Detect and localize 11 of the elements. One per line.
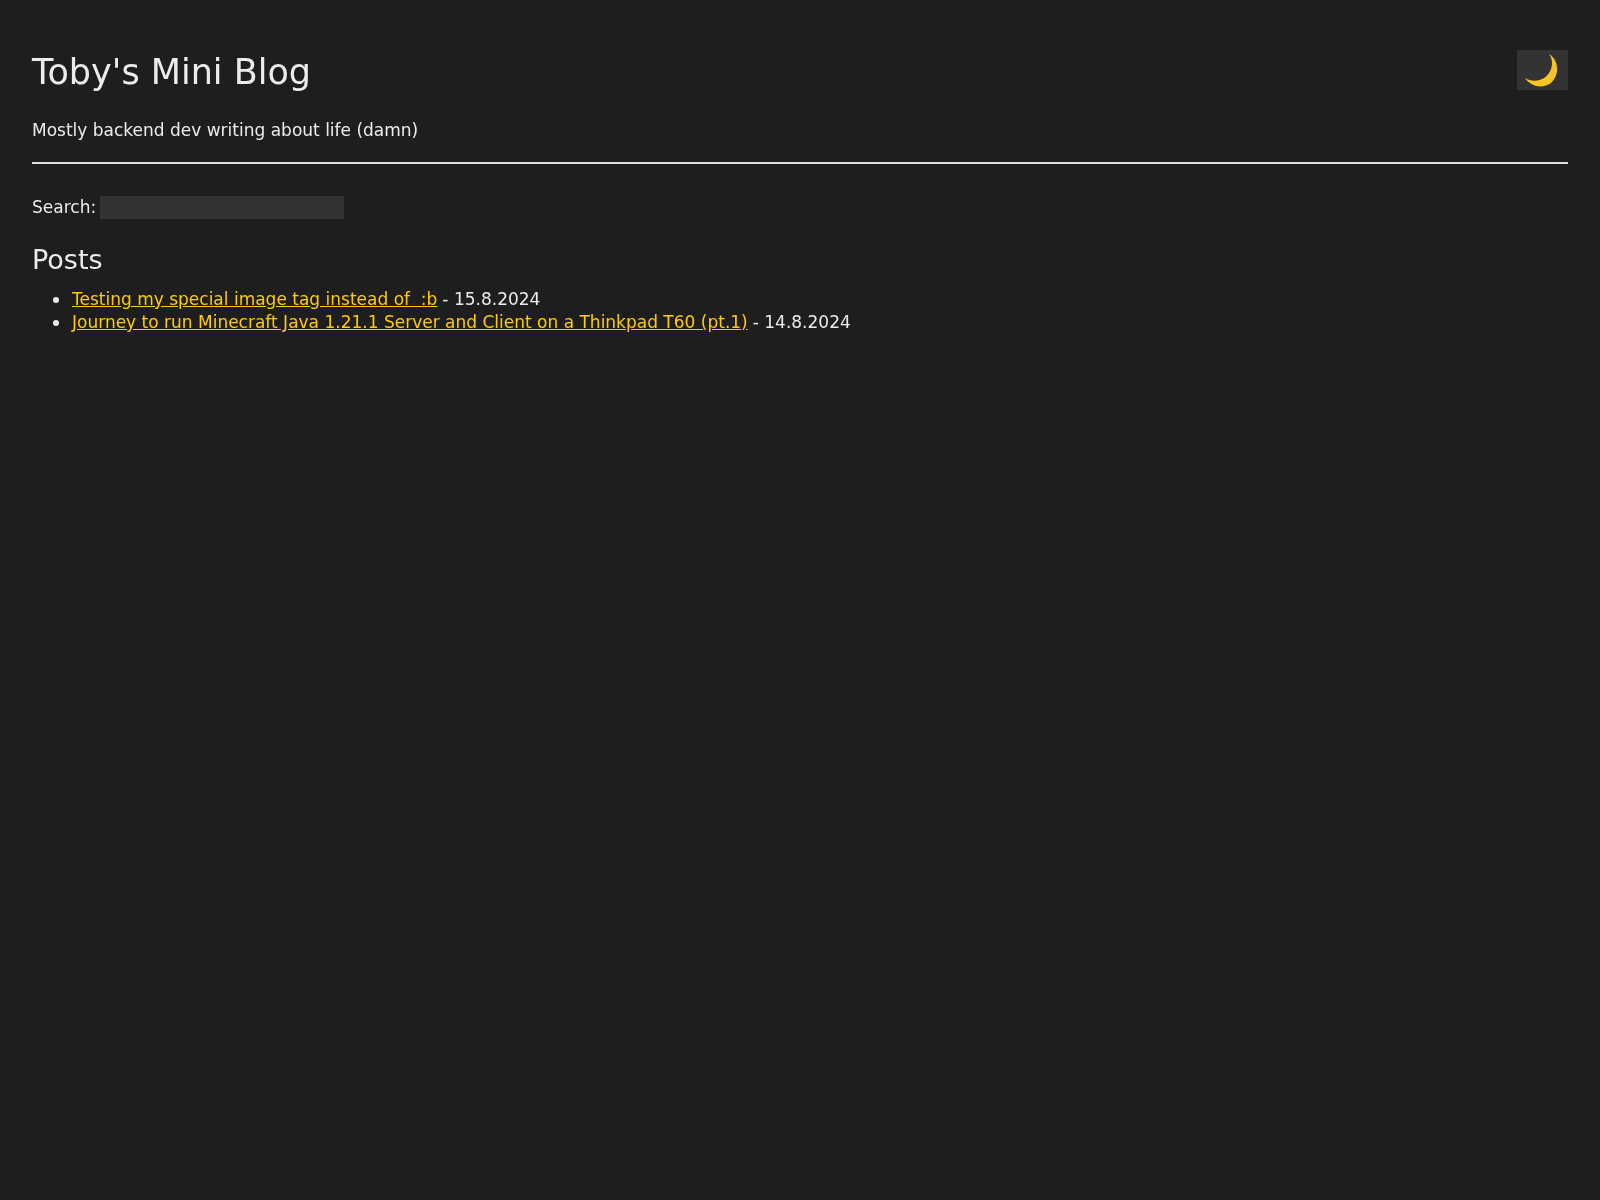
section-heading: Posts xyxy=(32,245,104,275)
bullet-icon xyxy=(53,319,59,326)
theme-toggle-button[interactable] xyxy=(1517,50,1568,90)
blog-title: Toby's Mini Blog xyxy=(32,51,312,94)
post-date: - 15.8.2024 xyxy=(442,288,541,311)
post-link[interactable]: Journey to run Minecraft Java 1.21.1 Server and Client on a Thinkpad T60 (pt.1) xyxy=(72,311,748,334)
bullet-icon xyxy=(53,296,59,303)
search-label: Search: xyxy=(32,196,97,219)
blog-subtitle: Mostly backend dev writing about life (damn) xyxy=(32,120,420,140)
post-link[interactable]: Testing my special image tag instead of :b xyxy=(72,288,438,311)
post-date: - 14.8.2024 xyxy=(752,311,851,334)
